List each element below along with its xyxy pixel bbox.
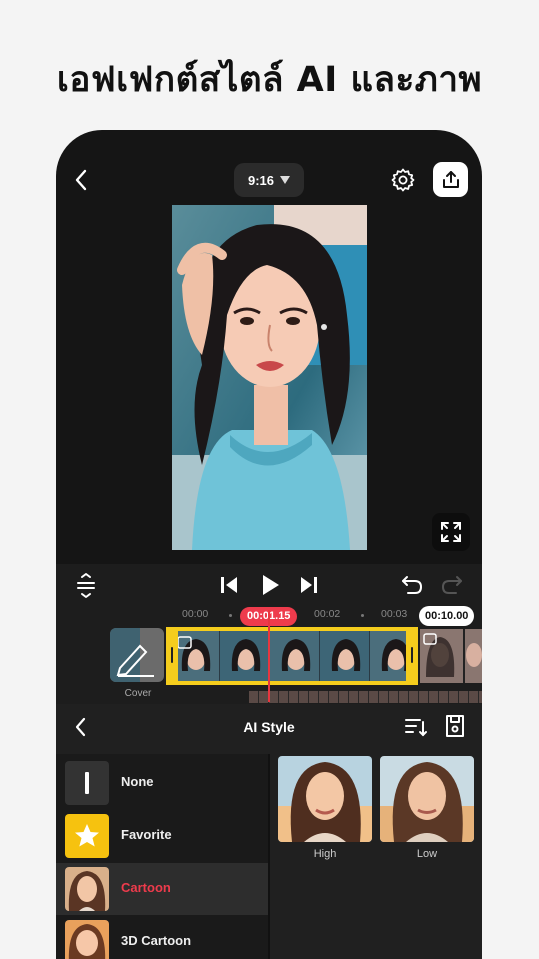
page-headline: เอฟเฟกต์สไตล์ AI และภาพ	[56, 60, 483, 100]
variant-high-thumbnail	[278, 756, 372, 842]
cartoon-thumbnail	[65, 867, 109, 911]
fullscreen-button[interactable]	[432, 513, 470, 551]
total-time-badge: 00:10.00	[419, 606, 475, 626]
skip-end-button[interactable]	[298, 574, 320, 600]
phone-frame: 9:16 00:00 00:02 00:03 00:10.00 Cover AI…	[56, 130, 482, 959]
ruler-tick: 00:03	[381, 608, 408, 620]
video-preview[interactable]	[172, 205, 367, 550]
skip-forward-icon	[301, 577, 317, 593]
aspect-ratio-dropdown[interactable]: 9:16	[234, 163, 304, 197]
cover-label: Cover	[124, 688, 152, 699]
back-button[interactable]	[70, 166, 94, 194]
cover-button[interactable]	[110, 628, 164, 682]
variant-low-thumbnail	[380, 756, 474, 842]
play-button[interactable]	[259, 573, 281, 601]
variant-high-card[interactable]	[278, 756, 372, 842]
style-item-label: None	[121, 774, 154, 789]
ai-style-panel: AI Style None Favorite Cartoon 3D Cartoo…	[56, 704, 482, 959]
ruler-tick: 00:00	[182, 608, 209, 620]
style-item-favorite[interactable]: Favorite	[56, 810, 268, 862]
style-item-cartoon[interactable]: Cartoon	[56, 863, 268, 915]
secondary-track[interactable]	[249, 691, 482, 703]
trim-handle-right[interactable]	[406, 627, 418, 685]
collapse-expand-icon	[77, 573, 95, 598]
playhead[interactable]	[268, 610, 270, 702]
save-style-button[interactable]	[444, 714, 466, 742]
style-item-label: 3D Cartoon	[121, 933, 192, 948]
style-item-3d-cartoon[interactable]: 3D Cartoon	[56, 916, 268, 959]
style-item-label: Cartoon	[121, 880, 171, 895]
cover-thumbnail	[110, 628, 164, 682]
ruler-tick: 00:02	[314, 608, 341, 620]
next-clip-thumbnail	[420, 629, 482, 683]
sort-icon	[405, 719, 427, 737]
expand-icon	[441, 522, 461, 542]
track-height-button[interactable]	[74, 572, 98, 604]
play-icon	[263, 575, 279, 595]
selected-clip[interactable]	[166, 627, 418, 685]
variant-low-card[interactable]	[380, 756, 474, 842]
caret-down-icon	[280, 176, 291, 184]
redo-button[interactable]	[440, 574, 464, 600]
variant-high-label: High	[313, 848, 337, 860]
trim-handle-left[interactable]	[166, 627, 178, 685]
style-item-none[interactable]: None	[56, 757, 268, 809]
clip-frame	[220, 631, 270, 681]
save-icon	[446, 715, 464, 737]
clip-frame	[320, 631, 370, 681]
sort-button[interactable]	[404, 716, 428, 742]
preview-image	[172, 205, 367, 550]
gear-icon	[391, 168, 415, 192]
upload-icon	[442, 170, 459, 188]
chevron-left-icon	[75, 169, 87, 191]
undo-icon	[402, 576, 422, 594]
none-thumbnail	[65, 761, 109, 805]
ai-panel-header: AI Style	[56, 704, 482, 750]
aspect-ratio-value: 9:16	[247, 172, 275, 188]
export-button[interactable]	[433, 162, 468, 197]
skip-back-icon	[221, 577, 237, 593]
skip-start-button[interactable]	[218, 574, 240, 600]
settings-button[interactable]	[390, 167, 416, 193]
variant-low-label: Low	[416, 848, 438, 860]
style-category-list: None Favorite Cartoon 3D Cartoon	[56, 754, 268, 959]
redo-icon	[442, 576, 462, 594]
style-item-label: Favorite	[121, 827, 172, 842]
ruler-dot	[229, 614, 232, 617]
panel-divider	[268, 754, 270, 959]
3d-cartoon-thumbnail	[65, 920, 109, 959]
star-icon	[75, 824, 99, 847]
favorite-thumbnail	[65, 814, 109, 858]
clip-frame	[270, 631, 320, 681]
undo-button[interactable]	[400, 574, 424, 600]
ruler-dot	[361, 614, 364, 617]
next-clip[interactable]	[420, 629, 482, 683]
